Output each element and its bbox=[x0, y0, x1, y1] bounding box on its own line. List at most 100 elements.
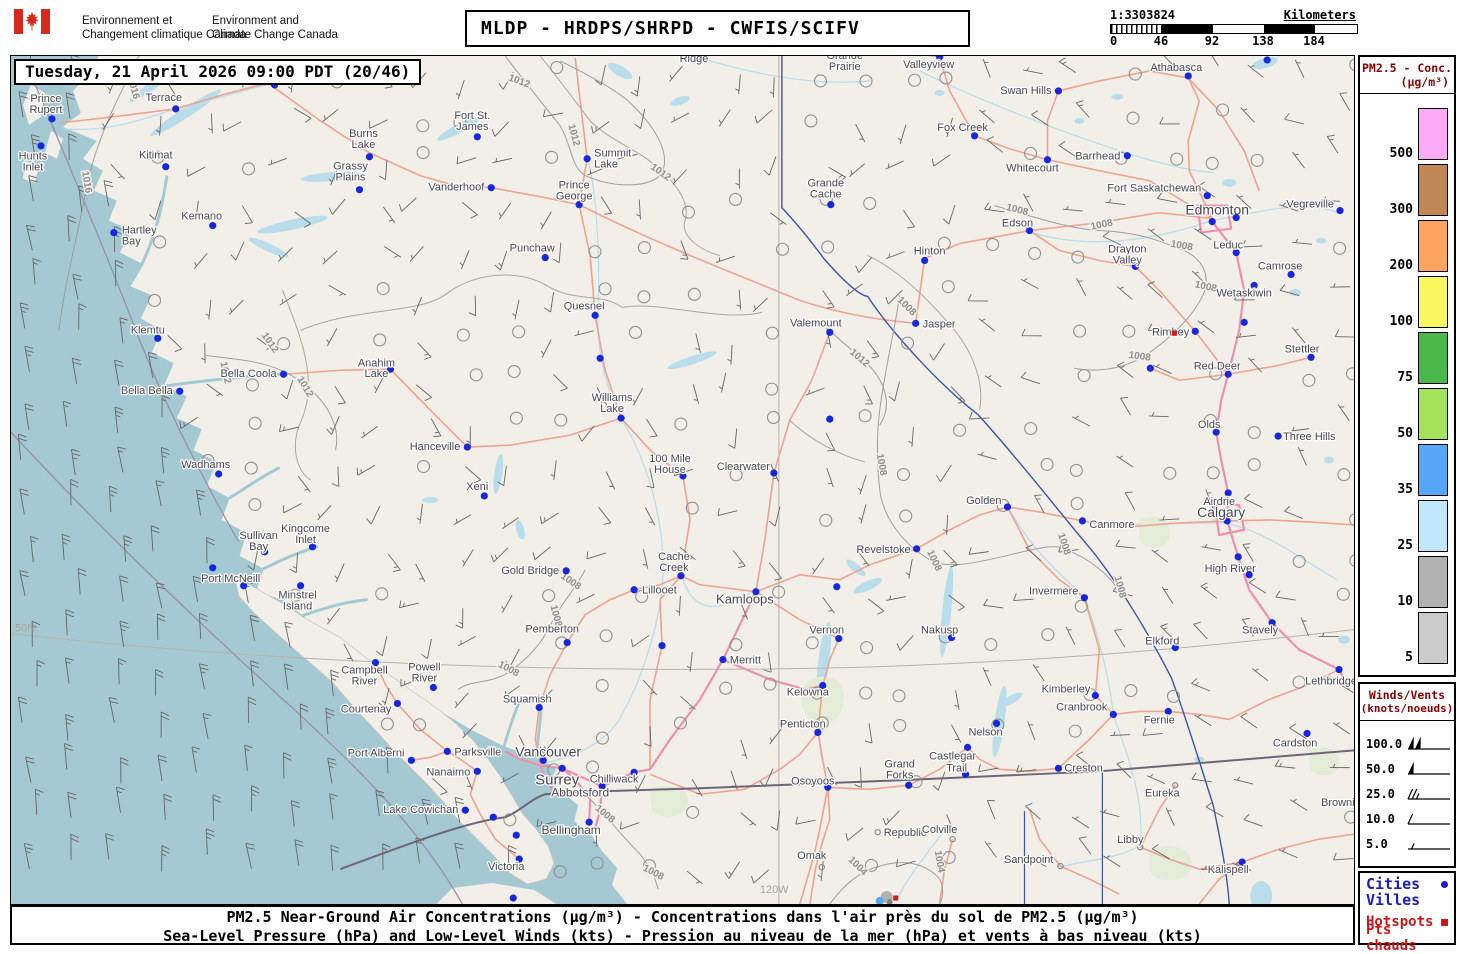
city-dot bbox=[827, 201, 835, 209]
city-label: Kalispell bbox=[1208, 864, 1249, 876]
pm25-legend-units: (µg/m³) bbox=[1400, 75, 1449, 89]
city-dot bbox=[355, 186, 364, 194]
dept-name-en: Environment and Climate Change Canada bbox=[212, 15, 338, 41]
city-label: Invermere bbox=[1029, 586, 1078, 598]
wind-barb-icon bbox=[1407, 813, 1450, 825]
pm25-color-swatch bbox=[1418, 444, 1448, 496]
city-dot bbox=[1146, 364, 1154, 372]
city-dot bbox=[1245, 571, 1253, 579]
city-label: Trail bbox=[946, 762, 967, 774]
city-label: Port Alberni bbox=[348, 747, 405, 759]
city-label: Parksville bbox=[454, 746, 501, 758]
city-dot bbox=[1109, 710, 1117, 719]
scale-tick: 138 bbox=[1252, 34, 1274, 48]
pm25-color-swatch bbox=[1418, 220, 1448, 272]
city-dot bbox=[463, 443, 471, 451]
city-label: Athabasca bbox=[1150, 62, 1203, 74]
pm25-level-value: 75 bbox=[1397, 370, 1413, 385]
scale-seg bbox=[1213, 25, 1264, 33]
city-label: Eureka bbox=[1145, 787, 1181, 799]
city-dot bbox=[473, 133, 481, 141]
city-label: House bbox=[654, 464, 686, 476]
pm25-level-value: 100 bbox=[1389, 314, 1413, 329]
city-label: Hinton bbox=[914, 246, 946, 258]
city-label: Terrace bbox=[145, 92, 182, 104]
caption: PM2.5 Near-Ground Air Concentrations (µg… bbox=[10, 905, 1355, 945]
city-label: Revelstoke bbox=[856, 544, 910, 556]
city-label: Libby bbox=[1117, 834, 1144, 846]
winds-legend: Winds/Vents (knots/noeuds) 100.0 50.0 25.0… bbox=[1358, 682, 1456, 868]
pm25-legend-row: 300 bbox=[1360, 164, 1454, 216]
city-label: Klemtu bbox=[131, 324, 165, 336]
city-label: Courtenay bbox=[341, 703, 392, 715]
scale-seg bbox=[1162, 25, 1213, 33]
city-label: Lethbridge bbox=[1305, 676, 1354, 688]
pm25-legend-row: 500 bbox=[1360, 108, 1454, 160]
pm25-color-swatch bbox=[1418, 108, 1448, 160]
pm25-legend-row: 50 bbox=[1360, 388, 1454, 440]
wind-speed-value: 50.0 bbox=[1366, 761, 1395, 776]
city-label: James bbox=[456, 121, 489, 133]
city-label: Colville bbox=[922, 824, 957, 836]
city-label: Cranbrook bbox=[1056, 701, 1108, 713]
city-dot bbox=[583, 155, 591, 163]
wind-speed-value: 5.0 bbox=[1366, 836, 1388, 851]
hotspot-marker bbox=[1171, 330, 1177, 336]
scale-unit-label: Kilometers bbox=[1283, 8, 1356, 22]
city-label: Pemberton bbox=[525, 624, 579, 636]
city-label: Hanceville bbox=[410, 441, 461, 453]
pm25-legend-row: 100 bbox=[1360, 276, 1454, 328]
city-label: Fort Saskatchewan bbox=[1107, 183, 1201, 195]
city-dot bbox=[365, 153, 374, 161]
pm25-color-swatch bbox=[1418, 276, 1448, 328]
divider bbox=[1360, 720, 1454, 721]
city-dot bbox=[443, 747, 451, 755]
city-dot bbox=[1336, 207, 1344, 215]
city-label: Castlegar bbox=[929, 750, 976, 762]
city-label: Gold Bridge bbox=[501, 565, 559, 577]
city-label: Bay bbox=[249, 541, 268, 553]
caption-line2: Sea-Level Pressure (hPa) and Low-Level W… bbox=[163, 927, 1202, 945]
pm25-level-value: 35 bbox=[1397, 482, 1413, 497]
city-dot bbox=[591, 311, 599, 319]
city-dot bbox=[209, 222, 217, 230]
city-dot bbox=[1263, 56, 1271, 64]
city-label: Red Deer bbox=[1194, 360, 1241, 372]
city-dot bbox=[905, 781, 913, 789]
city-label: Edmonton bbox=[1185, 202, 1249, 218]
pm25-color-swatch bbox=[1418, 612, 1448, 664]
city-label: River bbox=[412, 673, 438, 685]
city-label: Kamloops bbox=[716, 592, 774, 607]
city-label: Whitecourt bbox=[1006, 163, 1058, 175]
wind-speed-value: 10.0 bbox=[1366, 811, 1395, 826]
city-label: Osoyoos bbox=[791, 775, 835, 787]
city-label: Vancouver bbox=[515, 743, 581, 759]
pm25-color-swatch bbox=[1418, 388, 1448, 440]
product-title: MLDP - HRDPS/SHRPD - CWFIS/SCIFV bbox=[465, 10, 970, 47]
city-dot bbox=[1234, 553, 1242, 561]
scale-seg-hatched bbox=[1111, 25, 1162, 33]
winds-legend-row: 5.0 bbox=[1360, 831, 1454, 856]
pm25-legend-title: PM2.5 - Conc. bbox=[1361, 61, 1452, 75]
city-dot bbox=[1208, 218, 1216, 226]
pm25-legend: PM2.5 - Conc. (µg/m³) 500 300 200 100 75 50 35… bbox=[1358, 55, 1456, 677]
city-label: Edson bbox=[1002, 218, 1033, 230]
scale-tick: 46 bbox=[1153, 34, 1169, 48]
winds-legend-row: 100.0 bbox=[1360, 731, 1454, 756]
canada-flag-logo bbox=[14, 9, 50, 34]
scale-tick: 0 bbox=[1110, 34, 1118, 48]
scale-tick: 92 bbox=[1204, 34, 1220, 48]
scale-bar-segments bbox=[1110, 24, 1358, 34]
city-label: Vernon bbox=[809, 625, 844, 637]
city-label: Stavely bbox=[1242, 625, 1279, 637]
pm25-legend-row: 5 bbox=[1360, 612, 1454, 664]
winds-legend-row: 25.0 bbox=[1360, 781, 1454, 806]
timestamp-box: Tuesday, 21 April 2026 09:00 PDT (20/46) bbox=[14, 59, 422, 85]
pm25-level-value: 25 bbox=[1397, 538, 1413, 553]
city-label: Omak bbox=[797, 850, 827, 862]
city-label: Creston bbox=[1064, 762, 1102, 774]
city-dot bbox=[1240, 318, 1248, 326]
city-label: Lake bbox=[594, 159, 618, 171]
city-label: Lake bbox=[352, 139, 376, 151]
city-label: Victoria bbox=[488, 861, 525, 873]
